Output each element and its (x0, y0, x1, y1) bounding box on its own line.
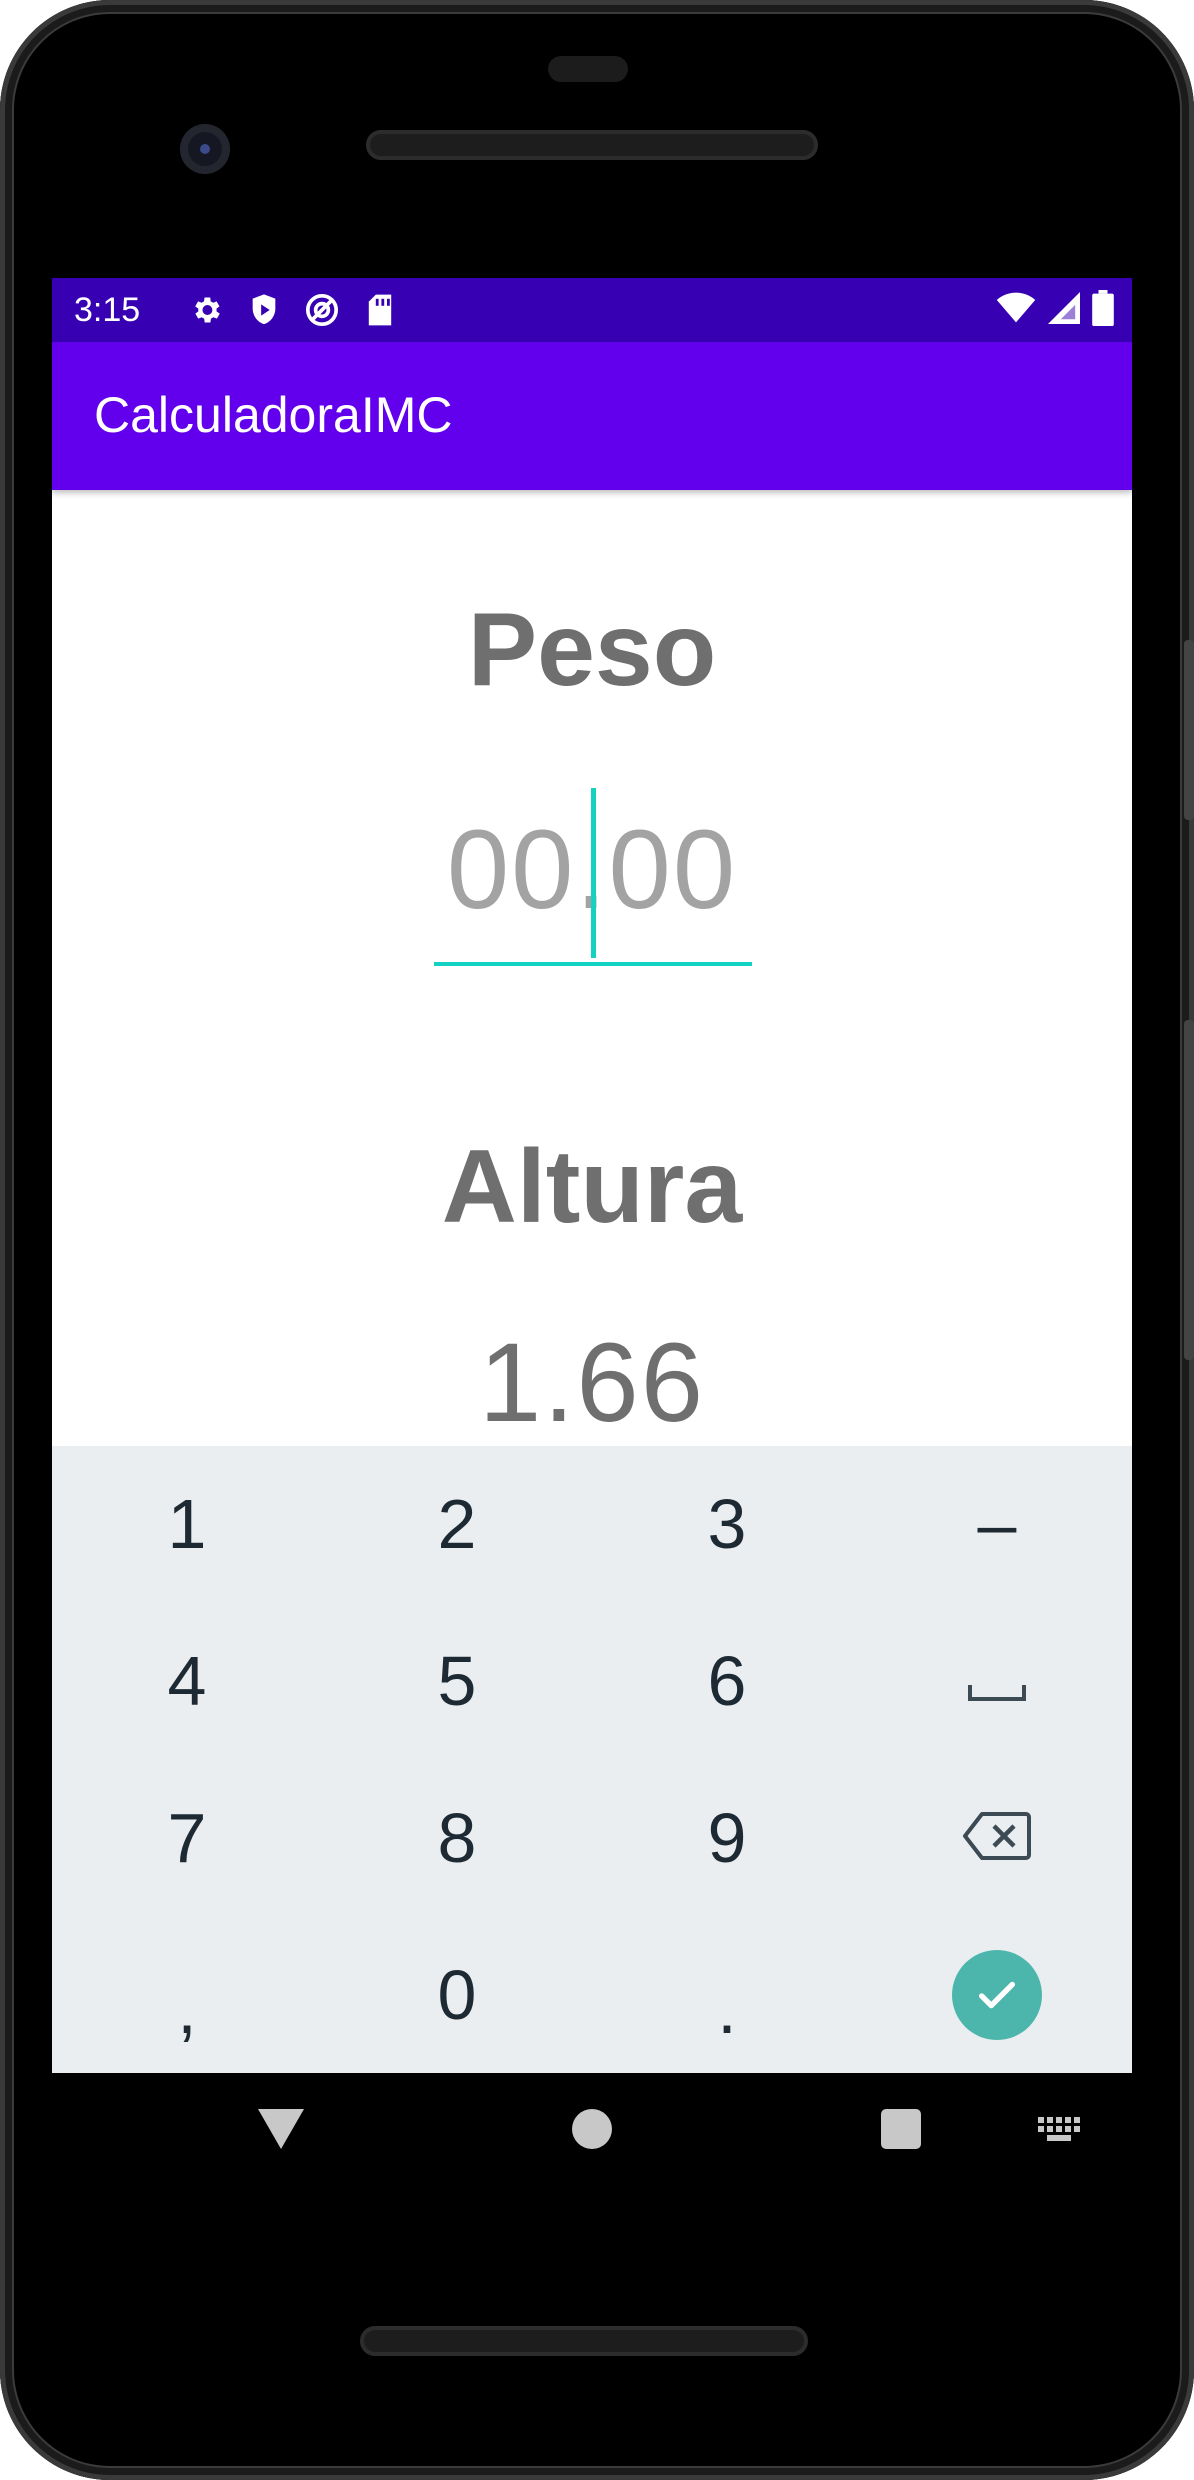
key-6[interactable]: 6 (592, 1603, 862, 1760)
back-icon[interactable] (258, 2109, 304, 2154)
sensor (548, 56, 628, 82)
key-1[interactable]: 1 (52, 1446, 322, 1603)
key-enter[interactable] (862, 1916, 1132, 2073)
key-3[interactable]: 3 (592, 1446, 862, 1603)
top-speaker (366, 130, 818, 160)
signal-icon (1048, 291, 1080, 329)
app-title: CalculadoraIMC (94, 387, 453, 443)
enter-button[interactable] (952, 1949, 1042, 2040)
key-4[interactable]: 4 (52, 1603, 322, 1760)
power-button (1184, 640, 1194, 820)
key-backspace[interactable] (862, 1760, 1132, 1917)
key-space[interactable] (862, 1603, 1132, 1760)
text-cursor (591, 788, 596, 958)
status-right-icons (996, 289, 1114, 331)
screen: 3:15 CalculadoraIMC Peso 00.00 Altura 1.… (52, 278, 1132, 2073)
battery-icon (1092, 289, 1114, 331)
recents-icon[interactable] (881, 2109, 921, 2149)
front-camera (180, 124, 230, 174)
key-period[interactable]: . (592, 1916, 862, 2073)
peso-input-underline (434, 962, 752, 966)
altura-input[interactable]: 1.66 (52, 1318, 1132, 1447)
bottom-speaker (360, 2326, 808, 2356)
settings-icon (188, 292, 224, 328)
volume-button (1184, 1020, 1194, 1360)
key-0[interactable]: 0 (322, 1916, 592, 2073)
check-icon (978, 1981, 1016, 2008)
peso-label: Peso (467, 592, 717, 708)
key-minus[interactable]: – (862, 1446, 1132, 1603)
numeric-keyboard: 1 2 3 – 4 5 6 7 8 9 , 0 . (52, 1446, 1132, 2073)
keyboard-switch-icon[interactable] (1038, 2117, 1082, 2148)
phone-frame: 3:15 CalculadoraIMC Peso 00.00 Altura 1.… (0, 0, 1194, 2480)
sd-card-icon (362, 292, 398, 328)
status-bar: 3:15 (52, 278, 1132, 342)
status-time: 3:15 (74, 290, 141, 329)
home-icon[interactable] (572, 2109, 612, 2149)
backspace-icon (962, 1798, 1032, 1878)
app-bar: CalculadoraIMC (52, 342, 1132, 490)
altura-label: Altura (441, 1129, 743, 1245)
key-9[interactable]: 9 (592, 1760, 862, 1917)
key-7[interactable]: 7 (52, 1760, 322, 1917)
vpn-icon (304, 292, 340, 328)
wifi-icon (996, 292, 1036, 329)
navigation-bar (52, 2073, 1132, 2193)
key-comma[interactable]: , (52, 1916, 322, 2073)
key-5[interactable]: 5 (322, 1603, 592, 1760)
shield-icon (246, 292, 282, 328)
status-left-icons (188, 292, 398, 328)
key-2[interactable]: 2 (322, 1446, 592, 1603)
key-8[interactable]: 8 (322, 1760, 592, 1917)
space-icon (967, 1641, 1027, 1721)
